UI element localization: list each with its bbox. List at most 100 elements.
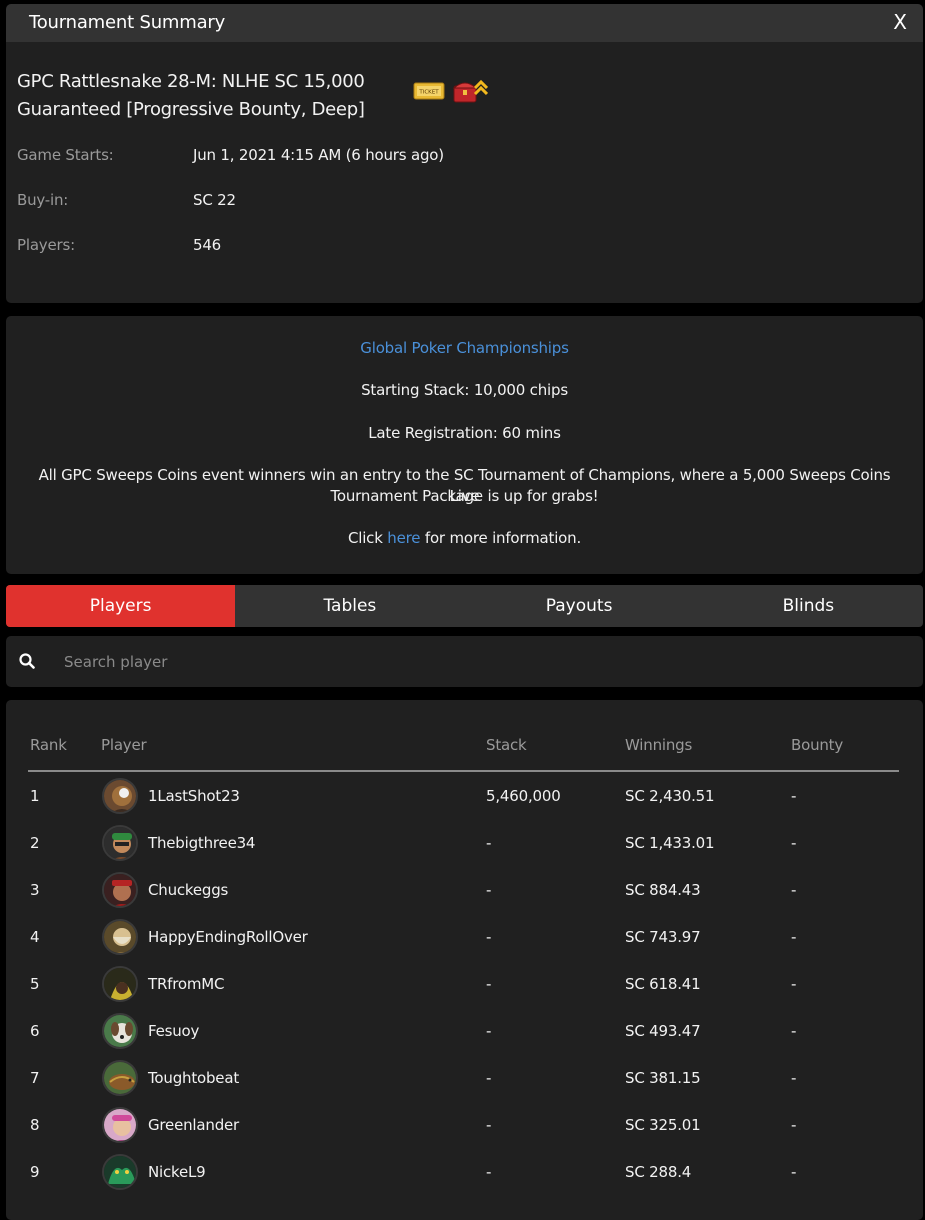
bounty-cell: - (791, 1116, 797, 1134)
player-avatar (102, 1107, 138, 1143)
more-info-link[interactable]: here (387, 529, 420, 547)
rank-cell: 2 (30, 834, 40, 852)
rank-cell: 5 (30, 975, 40, 993)
players-table-panel: Rank Player Stack Winnings Bounty 1 1Las… (6, 700, 923, 1220)
column-header-rank[interactable]: Rank (30, 736, 67, 754)
winnings-cell: SC 493.47 (625, 1022, 701, 1040)
player-avatar (102, 966, 138, 1002)
stack-cell: - (486, 975, 492, 993)
player-name[interactable]: Thebigthree34 (148, 834, 255, 852)
game-starts-label: Game Starts: (17, 146, 114, 164)
tab-blinds[interactable]: Blinds (694, 585, 923, 627)
winnings-cell: SC 325.01 (625, 1116, 701, 1134)
bounty-cell: - (791, 834, 797, 852)
table-row[interactable]: 1 1LastShot23 5,460,000 SC 2,430.51 - (28, 772, 899, 819)
stack-cell: - (486, 834, 492, 852)
winnings-cell: SC 618.41 (625, 975, 701, 993)
player-avatar (102, 778, 138, 814)
player-name[interactable]: Chuckeggs (148, 881, 228, 899)
tab-players[interactable]: Players (6, 585, 236, 627)
tab-tables[interactable]: Tables (235, 585, 464, 627)
winnings-cell: SC 381.15 (625, 1069, 701, 1087)
tournament-badges: TICKET (413, 76, 488, 106)
bounty-cell: - (791, 1069, 797, 1087)
table-row[interactable]: 4 HappyEndingRollOver - SC 743.97 - (28, 913, 899, 960)
late-registration-text: Late Registration: 60 mins (368, 424, 561, 442)
winnings-cell: SC 2,430.51 (625, 787, 715, 805)
tournament-summary-panel: GPC Rattlesnake 28-M: NLHE SC 15,000 Gua… (6, 42, 923, 303)
player-name[interactable]: TRfromMC (148, 975, 225, 993)
stack-cell: - (486, 1069, 492, 1087)
bounty-cell: - (791, 881, 797, 899)
stack-cell: - (486, 1022, 492, 1040)
player-name[interactable]: Toughtobeat (148, 1069, 239, 1087)
promo-text-line2: Tournament Package is up for grabs! (330, 487, 599, 505)
winnings-cell: SC 1,433.01 (625, 834, 715, 852)
table-row[interactable]: 2 Thebigthree34 - SC 1,433.01 - (28, 819, 899, 866)
table-row[interactable]: 6 Fesuoy - SC 493.47 - (28, 1007, 899, 1054)
player-name[interactable]: Greenlander (148, 1116, 239, 1134)
series-link[interactable]: Global Poker Championships (360, 339, 569, 357)
table-row[interactable]: 8 Greenlander - SC 325.01 - (28, 1101, 899, 1148)
tournament-name-line2: Guaranteed [Progressive Bounty, Deep] (17, 99, 365, 120)
player-avatar (102, 1060, 138, 1096)
column-header-winnings[interactable]: Winnings (625, 736, 692, 754)
bounty-cell: - (791, 975, 797, 993)
table-row[interactable]: 3 Chuckeggs - SC 884.43 - (28, 866, 899, 913)
buy-in-label: Buy-in: (17, 191, 69, 209)
rank-cell: 4 (30, 928, 40, 946)
dialog-header: Tournament Summary X (6, 4, 923, 42)
ticket-icon: TICKET (413, 82, 445, 100)
bounty-cell: - (791, 1022, 797, 1040)
stack-cell: - (486, 1163, 492, 1181)
bounty-chest-icon (452, 79, 488, 103)
more-info-suffix: for more information. (420, 529, 582, 547)
players-count-label: Players: (17, 236, 75, 254)
game-starts-value: Jun 1, 2021 4:15 AM (6 hours ago) (193, 146, 444, 164)
buy-in-value: SC 22 (193, 191, 236, 209)
stack-cell: - (486, 881, 492, 899)
tournament-name-line1: GPC Rattlesnake 28-M: NLHE SC 15,000 (17, 71, 365, 92)
bounty-cell: - (791, 787, 797, 805)
summary-tabs: Players Tables Payouts Blinds (6, 585, 923, 627)
player-avatar (102, 1154, 138, 1190)
close-button[interactable]: X (893, 10, 907, 34)
player-name[interactable]: Fesuoy (148, 1022, 199, 1040)
rank-cell: 7 (30, 1069, 40, 1087)
more-info-prefix: Click (347, 529, 388, 547)
winnings-cell: SC 288.4 (625, 1163, 692, 1181)
table-header: Rank Player Stack Winnings Bounty (28, 736, 899, 772)
player-name[interactable]: HappyEndingRollOver (148, 928, 308, 946)
dialog-title: Tournament Summary (29, 12, 226, 33)
player-avatar (102, 825, 138, 861)
stack-cell: - (486, 928, 492, 946)
tab-payouts[interactable]: Payouts (465, 585, 694, 627)
stack-cell: - (486, 1116, 492, 1134)
more-info-text: Click here for more information. (26, 528, 903, 549)
player-avatar (102, 872, 138, 908)
table-row[interactable]: 5 TRfromMC - SC 618.41 - (28, 960, 899, 1007)
rank-cell: 8 (30, 1116, 40, 1134)
player-avatar (102, 919, 138, 955)
svg-text:TICKET: TICKET (418, 90, 439, 96)
table-row[interactable]: 9 NickeL9 - SC 288.4 - (28, 1148, 899, 1195)
player-avatar (102, 1013, 138, 1049)
column-header-bounty[interactable]: Bounty (791, 736, 843, 754)
player-name[interactable]: NickeL9 (148, 1163, 206, 1181)
table-row[interactable]: 7 Toughtobeat - SC 381.15 - (28, 1054, 899, 1101)
bounty-cell: - (791, 928, 797, 946)
column-header-stack[interactable]: Stack (486, 736, 527, 754)
search-input[interactable] (62, 646, 882, 677)
bounty-cell: - (791, 1163, 797, 1181)
winnings-cell: SC 743.97 (625, 928, 701, 946)
rank-cell: 6 (30, 1022, 40, 1040)
tournament-description-panel: Global Poker Championships Starting Stac… (6, 316, 923, 574)
winnings-cell: SC 884.43 (625, 881, 701, 899)
player-name[interactable]: 1LastShot23 (148, 787, 240, 805)
player-search-bar (6, 636, 923, 687)
column-header-player[interactable]: Player (101, 736, 147, 754)
rank-cell: 1 (30, 787, 40, 805)
starting-stack-text: Starting Stack: 10,000 chips (361, 381, 568, 399)
players-count-value: 546 (193, 236, 222, 254)
rank-cell: 9 (30, 1163, 40, 1181)
